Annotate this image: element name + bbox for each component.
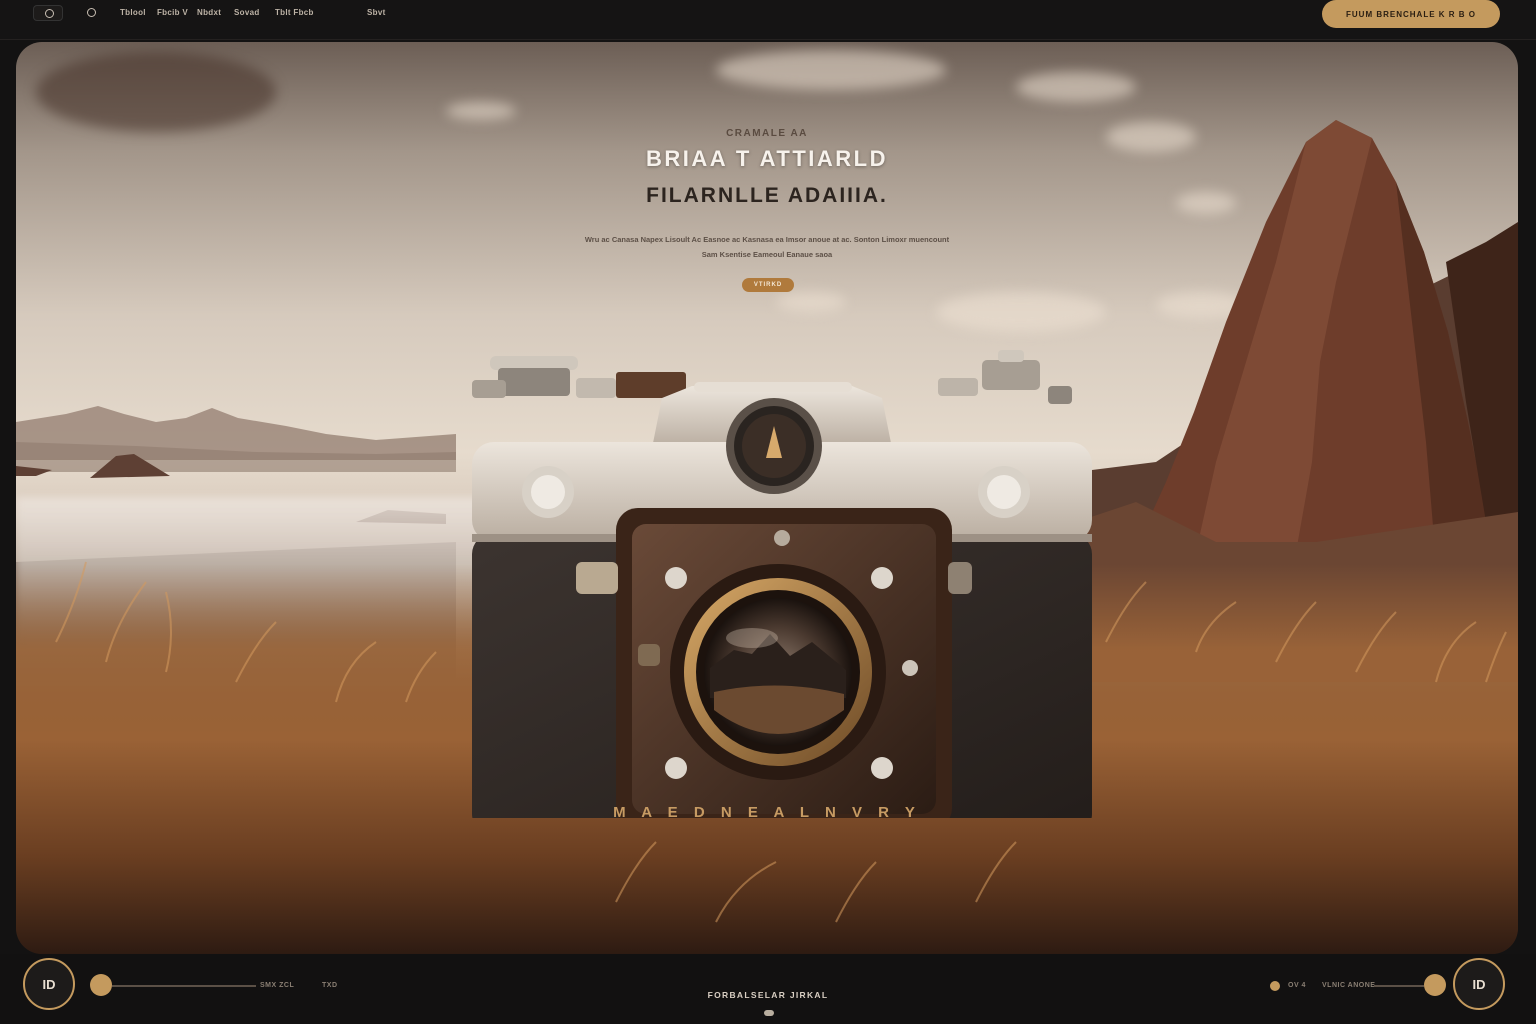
- nav-link-6[interactable]: Sbvt: [367, 8, 386, 17]
- secondary-toggle-button[interactable]: [84, 5, 100, 21]
- left-meta-text-1: SMX ZCL: [260, 982, 295, 989]
- footer-title: FORBALSELAR JIRKAL: [707, 990, 829, 1000]
- hero-eyebrow: CRAMALE AA: [726, 128, 808, 139]
- hero-title-line-2: FILARNLLE ADAIIIA.: [646, 184, 888, 207]
- circle-icon: [45, 9, 54, 18]
- right-slider-track[interactable]: [1374, 985, 1424, 987]
- hero-banner: CRAMALE AA BRIAA T ATTIARLD FILARNLLE AD…: [16, 42, 1518, 954]
- left-meta-text-2: TXD: [322, 982, 338, 989]
- top-navigation-bar: Tblool Fbcib V Nbdxt Sovad Tblt Fbcb Sbv…: [0, 0, 1536, 40]
- left-round-button[interactable]: ID: [23, 958, 75, 1010]
- circle-icon: [87, 8, 96, 17]
- nav-link-3[interactable]: Nbdxt: [197, 8, 221, 17]
- header-cta-button[interactable]: FUUM BRENCHALE K R B O: [1322, 0, 1500, 28]
- nav-link-2[interactable]: Fbcib V: [157, 8, 188, 17]
- right-round-button[interactable]: ID: [1453, 958, 1505, 1010]
- left-slider-track[interactable]: [112, 985, 256, 987]
- menu-toggle-button[interactable]: [33, 5, 63, 21]
- hero-title-line-1: BRIAA T ATTIARLD: [645, 146, 889, 171]
- nav-link-4[interactable]: Sovad: [234, 8, 260, 17]
- status-dot-icon: [1270, 981, 1280, 991]
- hero-description: Wru ac Canasa Napex Lisoult Ac Easnoe ac…: [584, 235, 950, 259]
- right-meta-text-1: OV 4: [1288, 982, 1306, 989]
- scroll-indicator-icon[interactable]: [764, 1010, 774, 1016]
- right-meta-text-2: VLNIC ANONE: [1322, 982, 1376, 989]
- vintage-camera-illustration: [472, 350, 1092, 818]
- nav-link-1[interactable]: Tblool: [120, 8, 146, 17]
- right-slider-knob[interactable]: [1424, 974, 1446, 996]
- nav-link-5[interactable]: Tblt Fbcb: [275, 8, 314, 17]
- hero-action-button[interactable]: VTIRKD: [742, 278, 794, 292]
- hero-caption: M A E D N E A L N V R Y: [613, 804, 921, 821]
